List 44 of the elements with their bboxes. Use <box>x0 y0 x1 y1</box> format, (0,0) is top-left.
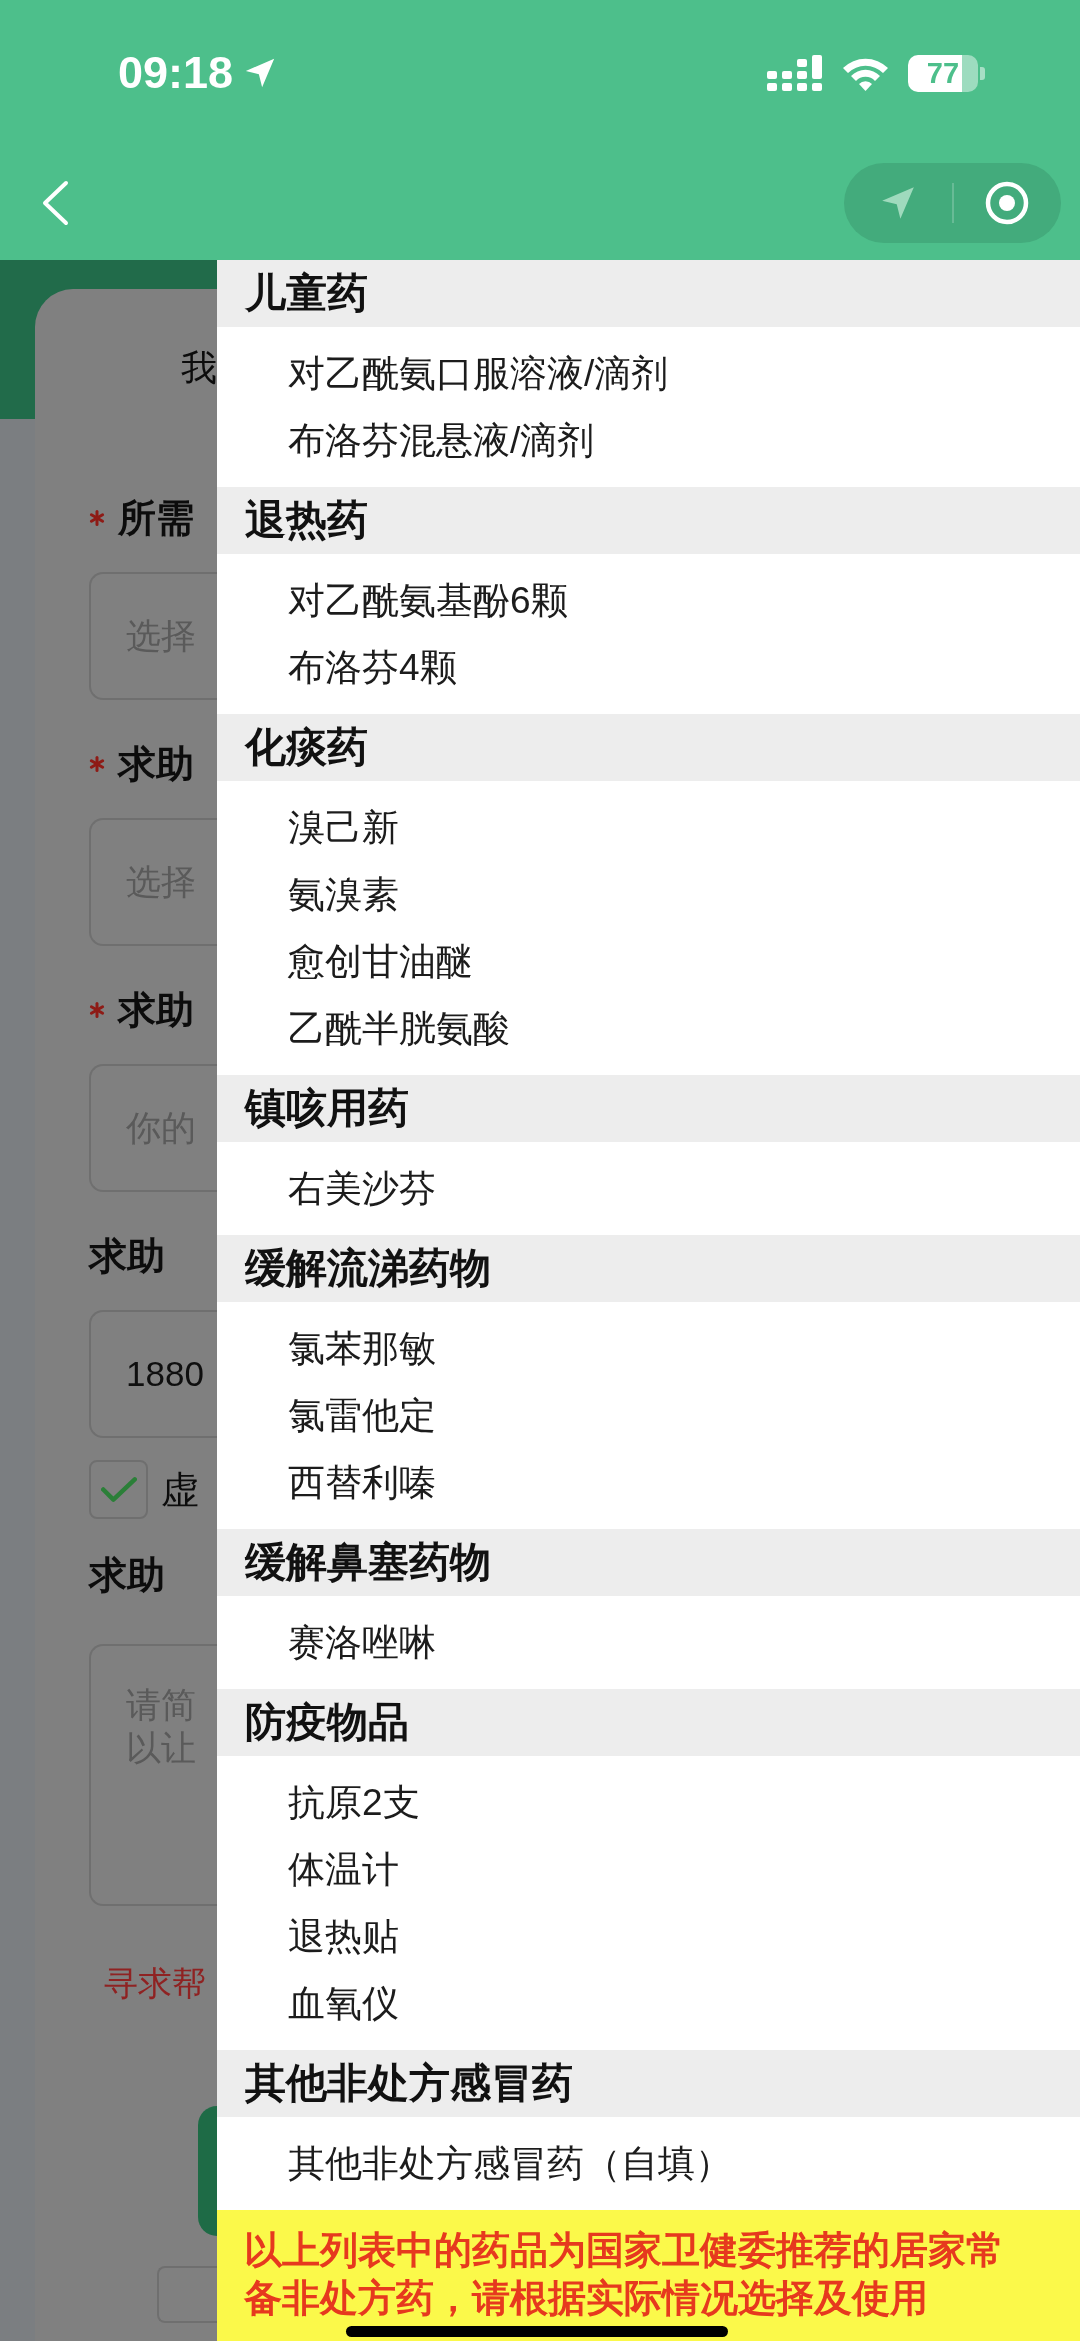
medicine-option[interactable]: 右美沙芬 <box>217 1155 1080 1222</box>
form-title: 我 <box>181 346 217 390</box>
signal-icon <box>767 55 823 91</box>
medicine-option[interactable]: 抗原2支 <box>217 1769 1080 1836</box>
input-field[interactable]: 1880 <box>89 1310 217 1438</box>
field-label: 求助 <box>118 988 194 1033</box>
medicine-option[interactable]: 氯雷他定 <box>217 1382 1080 1449</box>
field-label: 求助 <box>89 1234 165 1279</box>
category-header: 缓解流涕药物 <box>217 1235 1080 1302</box>
field-label: 所需 <box>118 496 194 541</box>
hint-text: 寻求帮 <box>104 1963 207 2004</box>
category-header: 儿童药 <box>217 260 1080 327</box>
category-header: 防疫物品 <box>217 1689 1080 1756</box>
target-icon[interactable] <box>984 180 1031 226</box>
medicine-option[interactable]: 乙酰半胱氨酸 <box>217 995 1080 1062</box>
medicine-option[interactable]: 布洛芬4颗 <box>217 634 1080 701</box>
battery-indicator: 77 <box>908 54 985 92</box>
field-label: 求助 <box>118 742 194 787</box>
category-header: 镇咳用药 <box>217 1075 1080 1142</box>
back-chevron-icon[interactable] <box>40 180 70 226</box>
medicine-option[interactable]: 血氧仪 <box>217 1970 1080 2037</box>
category-header: 其他非处方感冒药 <box>217 2050 1080 2117</box>
medicine-option[interactable]: 西替利嗪 <box>217 1449 1080 1516</box>
category-header: 化痰药 <box>217 714 1080 781</box>
field-label: 求助 <box>89 1553 165 1598</box>
category-header: 缓解鼻塞药物 <box>217 1529 1080 1596</box>
medicine-option[interactable]: 溴己新 <box>217 794 1080 861</box>
medicine-option[interactable]: 其他非处方感冒药（自填） <box>217 2130 1080 2197</box>
medicine-option[interactable]: 退热贴 <box>217 1903 1080 1970</box>
medicine-option[interactable]: 氨溴素 <box>217 861 1080 928</box>
submit-button[interactable] <box>198 2106 217 2236</box>
medicine-option[interactable]: 布洛芬混悬液/滴剂 <box>217 407 1080 474</box>
notice-text: 以上列表中的药品为国家卫健委推荐的居家常备非处方药，请根据实际情况选择及使用 <box>244 2228 1005 2321</box>
medicine-option[interactable]: 氯苯那敏 <box>217 1315 1080 1382</box>
medicine-option[interactable]: 对乙酰氨基酚6颗 <box>217 567 1080 634</box>
checkmark-icon <box>100 1476 137 1503</box>
checkbox-label: 虚 <box>161 1467 199 1513</box>
medicine-option[interactable]: 赛洛唑啉 <box>217 1609 1080 1676</box>
medicine-option[interactable]: 体温计 <box>217 1836 1080 1903</box>
medicine-option[interactable]: 对乙酰氨口服溶液/滴剂 <box>217 340 1080 407</box>
checkbox[interactable] <box>89 1460 148 1519</box>
medicine-option[interactable]: 愈创甘油醚 <box>217 928 1080 995</box>
category-header: 退热药 <box>217 487 1080 554</box>
status-time: 09:18 <box>118 47 234 99</box>
